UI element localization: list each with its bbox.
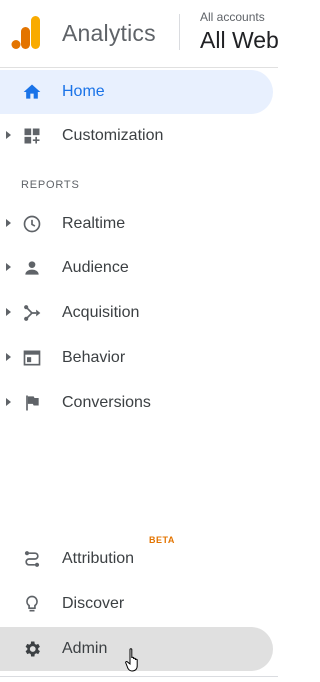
expand-caret-icon[interactable] (6, 353, 11, 361)
nav-item-label: Admin (62, 640, 108, 657)
nav-item-attribution[interactable]: Attribution BETA (0, 535, 273, 581)
nav-item-label: Home (62, 83, 105, 100)
nav-item-label: Audience (62, 259, 129, 276)
beta-badge: BETA (149, 535, 175, 545)
lightbulb-icon (26, 595, 38, 612)
expand-caret-icon[interactable] (6, 398, 11, 406)
hand-pointer-cursor-icon (125, 648, 138, 672)
fork-icon (24, 305, 41, 321)
clock-icon (23, 215, 41, 233)
expand-caret-icon[interactable] (6, 131, 11, 139)
nav-item-label: Attribution (62, 550, 135, 567)
header-divider (179, 14, 180, 50)
nav-item-discover[interactable]: Discover (0, 582, 273, 626)
account-picker-label[interactable]: All accounts (200, 10, 265, 24)
nav-item-label: Customization (62, 127, 164, 144)
nav-item-realtime[interactable]: Realtime (0, 202, 273, 246)
nav-item-behavior[interactable]: Behavior (0, 336, 273, 380)
reports-section-heading: REPORTS (21, 179, 80, 191)
flag-icon (26, 395, 39, 411)
person-icon (25, 261, 39, 275)
gear-icon (25, 641, 40, 657)
nav-item-label: Realtime (62, 215, 126, 232)
nav-item-label: Conversions (62, 394, 151, 411)
sidebar-bottom-divider (0, 676, 278, 677)
nav-item-home[interactable]: Home (0, 70, 273, 114)
nav-item-label: Behavior (62, 349, 126, 366)
nav-item-audience[interactable]: Audience (0, 246, 273, 290)
route-icon (24, 551, 40, 567)
nav-item-conversions[interactable]: Conversions (0, 381, 273, 425)
expand-caret-icon[interactable] (6, 219, 11, 227)
nav-item-customization[interactable]: Customization (0, 114, 273, 158)
window-icon (23, 350, 41, 366)
expand-caret-icon[interactable] (6, 263, 11, 271)
expand-caret-icon[interactable] (6, 308, 11, 316)
product-name[interactable]: Analytics (62, 20, 156, 47)
analytics-logo-icon[interactable] (10, 14, 42, 50)
nav-item-label: Discover (62, 595, 125, 612)
account-picker-value[interactable]: All Web (200, 27, 279, 54)
nav-item-label: Acquisition (62, 304, 140, 321)
nav-item-acquisition[interactable]: Acquisition (0, 291, 273, 335)
home-icon (23, 84, 41, 99)
dashboard-plus-icon (24, 128, 40, 144)
app-header: Analytics All accounts All Web (0, 0, 279, 68)
